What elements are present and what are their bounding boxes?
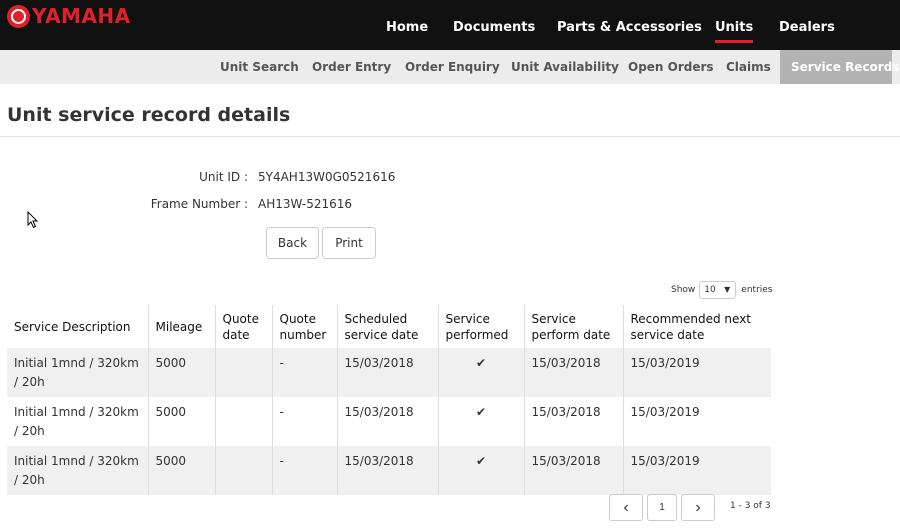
top-bar: YAMAHA Home Documents Parts & Accessorie… (0, 0, 900, 50)
frame-number-value: AH13W-521616 (258, 197, 353, 211)
cell-quote-date (214, 348, 272, 397)
cell-mileage: 5000 (147, 446, 215, 495)
print-button[interactable]: Print (322, 227, 376, 259)
page-size-select[interactable]: 10 ▼ (699, 281, 737, 299)
unit-id-label: Unit ID : (199, 170, 248, 184)
cell-perform-date: 15/03/2018 (523, 446, 623, 495)
back-button[interactable]: Back (266, 227, 319, 259)
table-row: Initial 1mnd / 320km / 20h 5000 - 15/03/… (7, 397, 771, 446)
checkmark-icon: ✔ (437, 446, 524, 495)
unit-id-value: 5Y4AH13W0G0521616 (258, 170, 396, 184)
cell-quote-date (214, 397, 272, 446)
nav-documents[interactable]: Documents (453, 20, 535, 35)
cell-quote-date (214, 446, 272, 495)
chevron-left-icon: ‹ (623, 499, 629, 516)
cell-scheduled-date: 15/03/2018 (336, 446, 438, 495)
header-perform-date[interactable]: Service perform date (523, 305, 623, 348)
cell-mileage: 5000 (147, 397, 215, 446)
header-service-description[interactable]: Service Description (7, 305, 148, 348)
page-title: Unit service record details (7, 104, 291, 126)
cell-description: Initial 1mnd / 320km / 20h (14, 356, 139, 389)
header-quote-date[interactable]: Quote date (214, 305, 272, 348)
nav-parts-accessories[interactable]: Parts & Accessories (557, 20, 702, 35)
frame-number-label: Frame Number : (150, 197, 248, 211)
dropdown-arrow-icon: ▼ (724, 285, 731, 294)
pagination-info: 1 - 3 of 3 (730, 501, 771, 511)
mouse-pointer-icon (27, 211, 39, 229)
header-mileage[interactable]: Mileage (147, 305, 215, 348)
subnav-order-entry[interactable]: Order Entry (312, 50, 391, 84)
cell-next-date: 15/03/2019 (622, 397, 771, 446)
checkmark-icon: ✔ (437, 397, 524, 446)
nav-units[interactable]: Units (715, 20, 754, 43)
nav-dealers[interactable]: Dealers (779, 20, 835, 35)
cell-perform-date: 15/03/2018 (523, 348, 623, 397)
cell-quote-number: - (271, 397, 337, 446)
header-next-service-date[interactable]: Recommended next service date (622, 305, 771, 348)
cell-quote-number: - (271, 348, 337, 397)
checkmark-icon: ✔ (437, 348, 524, 397)
header-quote-number[interactable]: Quote number (271, 305, 337, 348)
subnav-unit-availability[interactable]: Unit Availability (511, 50, 619, 84)
subnav-claims[interactable]: Claims (726, 50, 771, 84)
show-label: Show (671, 285, 696, 295)
table-row: Initial 1mnd / 320km / 20h 5000 - 15/03/… (7, 446, 771, 495)
cell-mileage: 5000 (147, 348, 215, 397)
subnav-service-records[interactable]: Service Records (780, 50, 899, 84)
nav-home[interactable]: Home (386, 20, 428, 35)
page-1-button[interactable]: 1 (647, 494, 677, 521)
main-nav: Home Documents Parts & Accessories Units… (0, 0, 900, 50)
page-size-control: Show 10 ▼ entries (671, 281, 773, 299)
subnav-order-enquiry[interactable]: Order Enquiry (405, 50, 500, 84)
cell-scheduled-date: 15/03/2018 (336, 348, 438, 397)
previous-page-button[interactable]: ‹ (609, 494, 643, 521)
cell-description: Initial 1mnd / 320km / 20h (14, 405, 139, 438)
table-row: Initial 1mnd / 320km / 20h 5000 - 15/03/… (7, 348, 771, 397)
chevron-right-icon: › (695, 499, 701, 516)
table-header-row: Service Description Mileage Quote date Q… (7, 305, 771, 348)
header-scheduled-date[interactable]: Scheduled service date (336, 305, 438, 348)
cell-next-date: 15/03/2019 (622, 446, 771, 495)
header-service-performed[interactable]: Service performed (437, 305, 524, 348)
subnav-unit-search[interactable]: Unit Search (220, 50, 299, 84)
entries-label: entries (741, 285, 773, 295)
cell-quote-number: - (271, 446, 337, 495)
cell-perform-date: 15/03/2018 (523, 397, 623, 446)
cell-description: Initial 1mnd / 320km / 20h (14, 454, 139, 487)
page-size-value: 10 (704, 285, 716, 295)
service-records-table: Service Description Mileage Quote date Q… (7, 305, 771, 495)
subnav-open-orders[interactable]: Open Orders (628, 50, 714, 84)
sub-nav: Unit Search Order Entry Order Enquiry Un… (0, 50, 900, 84)
next-page-button[interactable]: › (681, 494, 715, 521)
cell-scheduled-date: 15/03/2018 (336, 397, 438, 446)
cell-next-date: 15/03/2019 (622, 348, 771, 397)
title-divider (0, 136, 900, 137)
